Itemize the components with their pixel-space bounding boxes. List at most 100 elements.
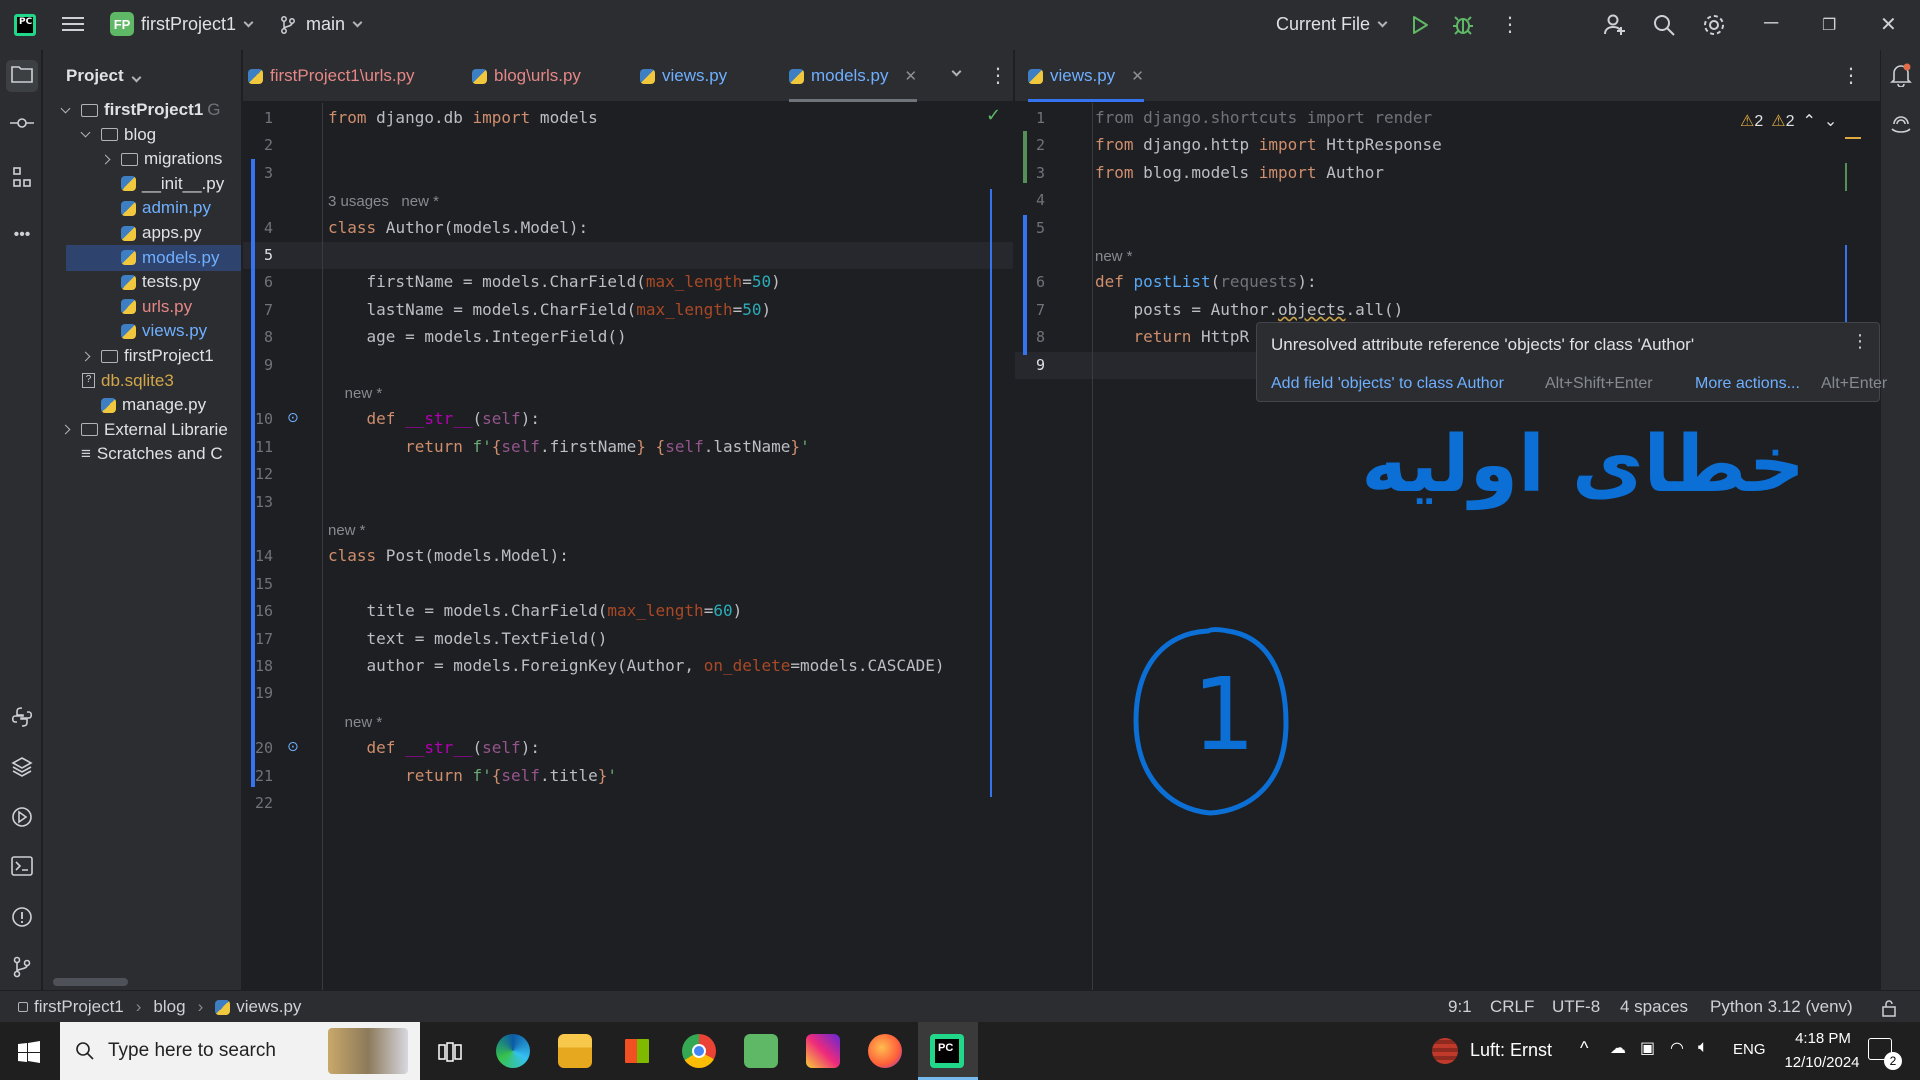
file-explorer-icon[interactable] (558, 1034, 592, 1068)
inspection-ok-check-icon[interactable]: ✓ (986, 105, 1001, 126)
tree-item-firstproject1[interactable]: firstProject1 (80, 343, 214, 369)
code-vision-hint[interactable]: new * (328, 714, 383, 731)
taskbar-search-box[interactable]: Type here to search (60, 1022, 420, 1080)
show-hidden-icons-icon[interactable]: ^ (1580, 1038, 1588, 1059)
close-tab-icon[interactable]: ✕ (904, 67, 917, 85)
ai-assistant-icon[interactable] (1890, 113, 1912, 135)
tray-display-icon[interactable]: ▣ (1640, 1038, 1655, 1058)
firefox-icon[interactable] (868, 1034, 902, 1068)
breadcrumb-file[interactable]: views.py (236, 997, 301, 1017)
next-highlight-icon[interactable]: ⌄ (1824, 111, 1837, 131)
project-folder-icon[interactable] (6, 60, 38, 92)
tree-item-external-librarie[interactable]: External Librarie (60, 417, 228, 443)
search-icon[interactable] (1653, 14, 1675, 36)
app-robot-icon[interactable] (744, 1034, 778, 1068)
tab-options-icon[interactable]: ⋮ (1841, 63, 1861, 88)
tree-item--init-py[interactable]: __init__.py (102, 171, 224, 197)
editor-tab-views-py[interactable]: views.py ✕ (1028, 50, 1144, 102)
tree-item-models-py[interactable]: models.py (66, 244, 241, 271)
chevron-right-icon[interactable] (80, 351, 91, 361)
task-view-icon[interactable] (438, 1041, 462, 1063)
tree-item-views-py[interactable]: views.py (102, 318, 207, 344)
clock-date[interactable]: 12/10/2024 (1772, 1054, 1872, 1071)
code-vision-hint[interactable]: new * (1095, 248, 1133, 265)
git-icon[interactable] (10, 956, 34, 980)
code-vision-hint[interactable]: new * (328, 385, 383, 402)
problems-icon[interactable] (10, 906, 34, 930)
indent-setting[interactable]: 4 spaces (1620, 997, 1688, 1017)
python-interpreter[interactable]: Python 3.12 (venv) (1710, 997, 1853, 1017)
left-editor-models-py[interactable]: 1 from django.db import models 2 3 3 usages … (243, 103, 1013, 990)
line-ending[interactable]: CRLF (1490, 997, 1534, 1017)
tree-item-apps-py[interactable]: apps.py (102, 220, 202, 246)
python-packages-icon[interactable] (10, 706, 34, 730)
tree-item-migrations[interactable]: migrations (100, 146, 222, 172)
breadcrumb-project[interactable]: firstProject1 (34, 997, 124, 1017)
editor-tab-models-py[interactable]: models.py ✕ (789, 50, 918, 102)
chevron-right-icon[interactable] (100, 154, 111, 165)
run-icon[interactable] (1411, 15, 1429, 35)
override-marker-icon[interactable]: ⊙ (287, 738, 299, 755)
chevron-down-icon[interactable] (60, 103, 71, 113)
services-run-icon[interactable] (10, 806, 34, 830)
tab-options-icon[interactable]: ⋮ (988, 63, 1008, 88)
run-config-selector[interactable]: Current File (1276, 14, 1388, 35)
add-user-icon[interactable] (1603, 13, 1627, 37)
branch-selector[interactable]: main (280, 14, 363, 35)
weather-text[interactable]: Luft: Ernst (1470, 1040, 1552, 1061)
volume-icon[interactable]: 🔈︎ (1698, 1037, 1708, 1057)
more-actions-link[interactable]: More actions... (1695, 375, 1800, 393)
pycharm-taskbar-button[interactable]: PC (918, 1022, 978, 1080)
layers-icon[interactable] (10, 756, 34, 780)
settings-gear-icon[interactable] (1702, 13, 1726, 37)
tree-item-db-sqlite3[interactable]: ? db.sqlite3 (82, 368, 174, 394)
file-encoding[interactable]: UTF-8 (1552, 997, 1600, 1017)
close-window-icon[interactable]: ✕ (1880, 12, 1897, 37)
wifi-icon[interactable]: ◠ (1670, 1038, 1684, 1058)
editor-tab-firstproject1-urls-py[interactable]: firstProject1\urls.py (248, 50, 415, 102)
editor-tab-blog-urls-py[interactable]: blog\urls.py (472, 50, 581, 102)
structure-icon[interactable] (10, 166, 34, 190)
warnings-indicator[interactable]: ⚠2 ⚠2 ⌃ ⌄ (1740, 111, 1837, 131)
tree-item-admin-py[interactable]: admin.py (102, 195, 211, 221)
microsoft-store-icon[interactable] (620, 1034, 654, 1068)
code-vision-hint[interactable]: new * (328, 522, 366, 539)
debug-icon[interactable] (1452, 13, 1474, 35)
tree-item-manage-py[interactable]: manage.py (82, 392, 206, 418)
lock-icon[interactable] (1881, 999, 1897, 1017)
tabs-dropdown-icon[interactable] (951, 66, 962, 77)
project-panel-title[interactable]: Project (66, 66, 142, 86)
clock-time[interactable]: 4:18 PM (1778, 1030, 1868, 1047)
right-editor-views-py[interactable]: 1 from django.shortcuts import render 2 fro… (1015, 103, 1880, 990)
code-vision-hint[interactable]: 3 usages new * (328, 193, 439, 210)
restore-icon[interactable]: ❐ (1822, 15, 1836, 35)
caret-position[interactable]: 9:1 (1448, 997, 1472, 1017)
minimize-icon[interactable]: ─ (1764, 12, 1778, 35)
prev-highlight-icon[interactable]: ⌃ (1803, 111, 1816, 131)
main-menu-icon[interactable] (62, 14, 84, 34)
tree-item-blog[interactable]: blog (80, 122, 156, 148)
terminal-icon[interactable] (10, 856, 34, 880)
override-marker-icon[interactable]: ⊙ (287, 409, 299, 426)
popup-options-icon[interactable]: ⋮ (1851, 331, 1869, 352)
language-indicator[interactable]: ENG (1733, 1041, 1766, 1058)
tray-cloud-icon[interactable]: ☁ (1610, 1038, 1626, 1058)
edge-browser-icon[interactable] (496, 1034, 530, 1068)
weather-icon[interactable] (1432, 1038, 1458, 1064)
chevron-down-icon[interactable] (80, 127, 91, 138)
tree-item-urls-py[interactable]: urls.py (102, 294, 192, 320)
project-badge[interactable]: FP (110, 12, 134, 36)
breadcrumb-folder[interactable]: blog (153, 997, 185, 1017)
chevron-right-icon[interactable] (60, 424, 71, 435)
tree-item-scratches-and-c[interactable]: ≡ Scratches and C (62, 441, 223, 467)
chrome-icon[interactable] (682, 1034, 716, 1068)
windows-start-icon[interactable] (18, 1041, 40, 1063)
instagram-icon[interactable] (806, 1034, 840, 1068)
tree-item-tests-py[interactable]: tests.py (102, 269, 201, 295)
commit-icon[interactable] (10, 114, 34, 138)
project-selector[interactable]: firstProject1 (141, 14, 254, 35)
editor-tab-views-py[interactable]: views.py (640, 50, 727, 102)
horizontal-scrollbar[interactable] (53, 978, 128, 986)
add-field-action-link[interactable]: Add field 'objects' to class Author (1271, 375, 1504, 393)
notifications-bell-icon[interactable] (1890, 63, 1912, 87)
